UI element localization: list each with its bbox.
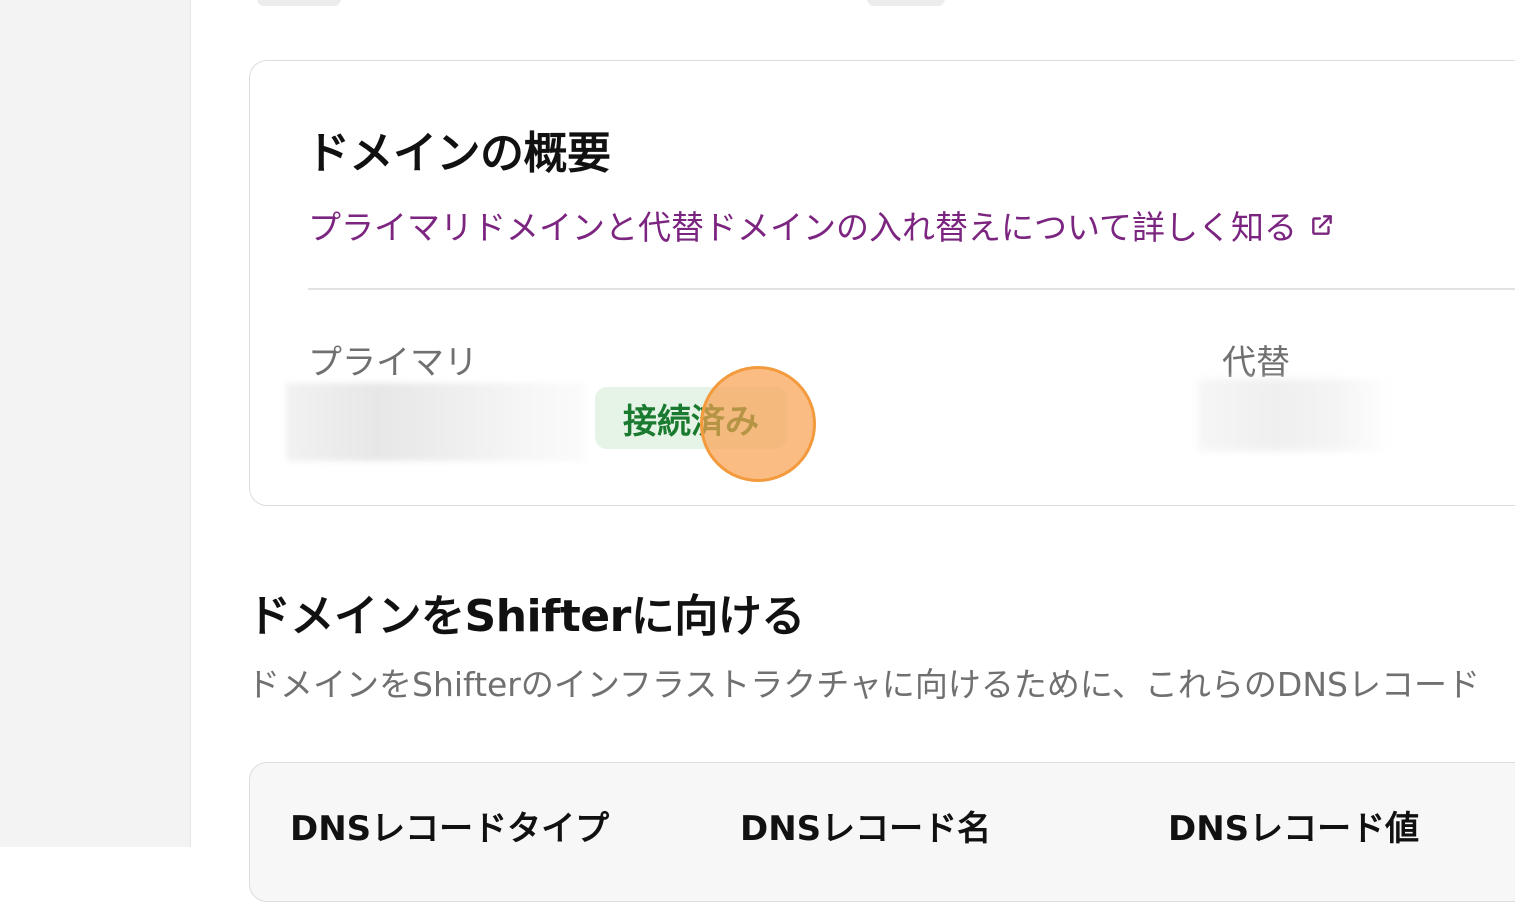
column-header-record-type: DNSレコードタイプ: [290, 809, 610, 849]
dns-records-table: DNSレコードタイプ DNSレコード名 DNSレコード値: [249, 762, 1515, 902]
alternate-label: 代替: [1222, 343, 1290, 383]
scrolled-content-remnant: [867, 0, 945, 6]
divider: [308, 288, 1515, 290]
learn-more-link-text: プライマリドメインと代替ドメインの入れ替えについて詳しく知る: [308, 208, 1298, 247]
primary-label: プライマリ: [308, 343, 478, 383]
main-content: ドメインの概要 プライマリドメインと代替ドメインの入れ替えについて詳しく知る プ…: [191, 0, 1515, 902]
domain-overview-card: ドメインの概要 プライマリドメインと代替ドメインの入れ替えについて詳しく知る プ…: [249, 60, 1515, 506]
status-badge: 接続済み: [595, 387, 787, 449]
dns-section-title: ドメインをShifterに向ける: [247, 591, 805, 642]
primary-domain-value-redacted: [286, 383, 586, 461]
dns-section-description: ドメインをShifterのインフラストラクチャに向けるために、これらのDNSレコ…: [247, 665, 1480, 704]
external-link-icon: [1309, 212, 1335, 238]
domain-overview-title: ドメインの概要: [306, 128, 611, 179]
alternate-domain-value-redacted: [1198, 379, 1393, 451]
sidebar: [0, 0, 191, 847]
column-header-record-name: DNSレコード名: [740, 809, 992, 849]
column-header-record-value: DNSレコード値: [1168, 809, 1420, 849]
scrolled-content-remnant: [257, 0, 341, 6]
learn-more-link[interactable]: プライマリドメインと代替ドメインの入れ替えについて詳しく知る: [308, 201, 1335, 249]
